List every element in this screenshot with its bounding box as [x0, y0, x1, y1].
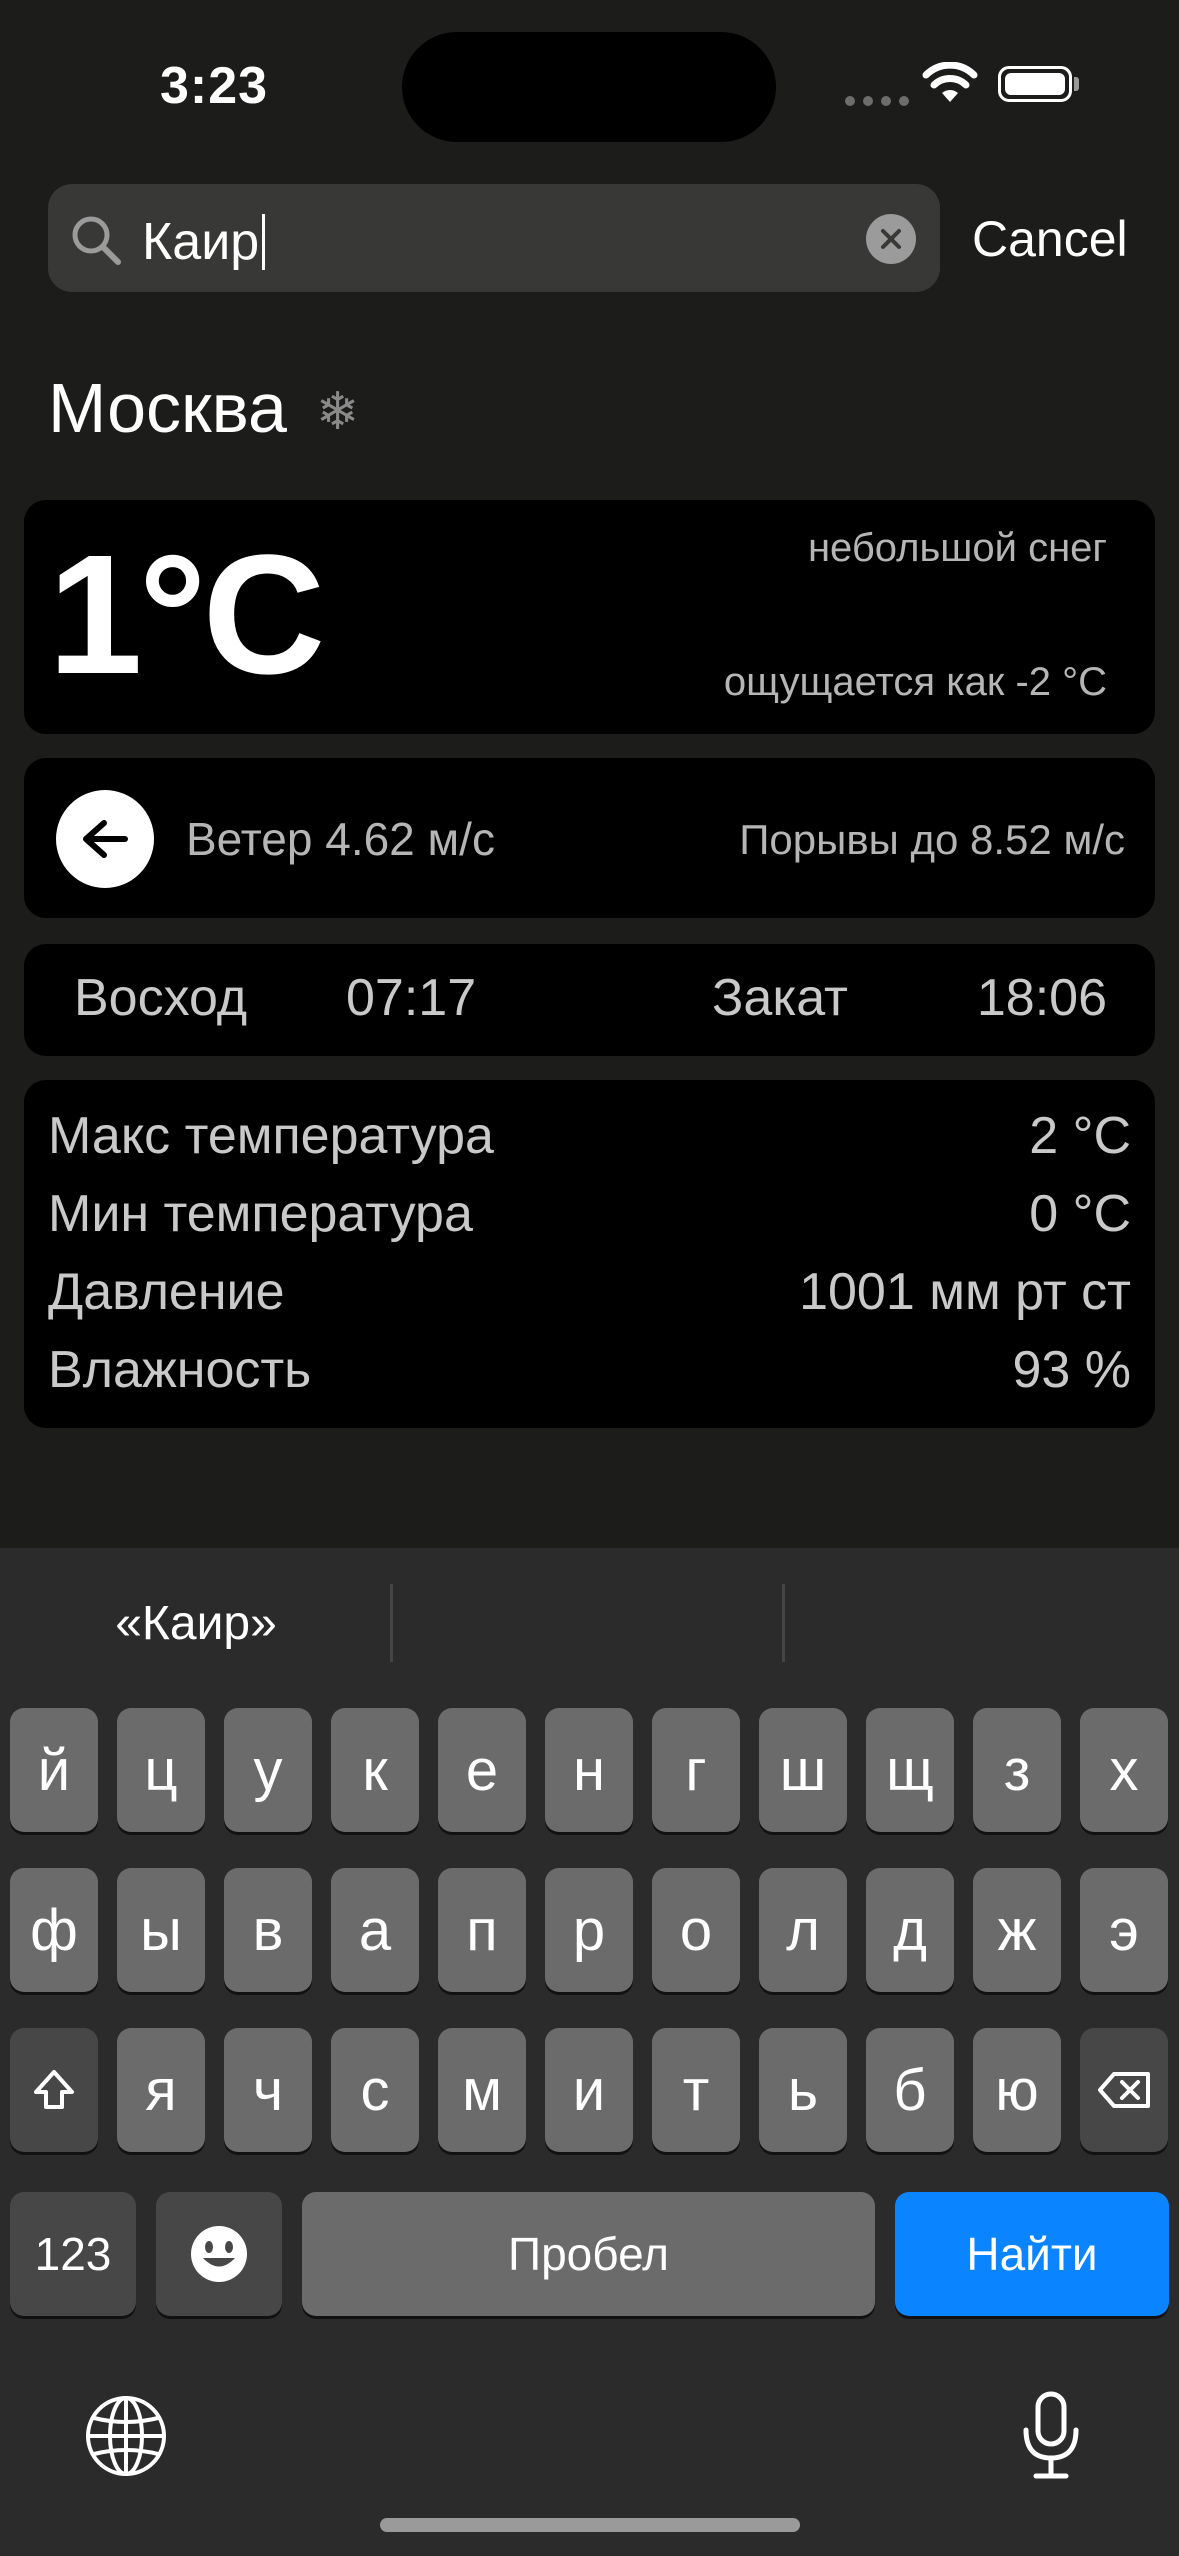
emoji-key[interactable] [156, 2192, 282, 2316]
max-temp-label: Макс температура [48, 1107, 494, 1165]
wind-speed: Ветер 4.62 м/с [186, 813, 495, 865]
key[interactable]: ш [759, 1708, 847, 1832]
key[interactable]: и [545, 2028, 633, 2152]
sunrise-time: 07:17 [346, 969, 477, 1027]
shift-key[interactable] [10, 2028, 98, 2152]
key[interactable]: м [438, 2028, 526, 2152]
key[interactable]: я [117, 2028, 205, 2152]
key[interactable]: л [759, 1868, 847, 1992]
key[interactable]: ы [117, 1868, 205, 1992]
city-title: Москва [48, 369, 287, 447]
key[interactable]: э [1080, 1868, 1168, 1992]
microphone-icon[interactable] [1020, 2390, 1082, 2482]
weather-description: небольшой снег [807, 526, 1107, 570]
search-icon [72, 216, 121, 265]
humidity-label: Влажность [48, 1341, 312, 1399]
shift-icon [34, 2070, 74, 2109]
key[interactable]: е [438, 1708, 526, 1832]
min-temp-label: Мин температура [48, 1185, 473, 1243]
key[interactable]: г [652, 1708, 740, 1832]
key[interactable]: з [973, 1708, 1061, 1832]
snowflake-icon: ❄ [316, 383, 360, 441]
key[interactable]: ж [973, 1868, 1061, 1992]
key[interactable]: т [652, 2028, 740, 2152]
humidity-value: 93 % [1012, 1341, 1131, 1399]
sunset-time: 18:06 [976, 969, 1107, 1027]
current-temperature: 1°C [48, 520, 325, 710]
text-caret [262, 214, 266, 270]
feels-like: ощущается как -2 °C [723, 660, 1107, 704]
arrow-left-icon [83, 820, 128, 858]
key[interactable]: й [10, 1708, 98, 1832]
search-input-value: Каир [142, 213, 260, 271]
cancel-button[interactable]: Cancel [972, 210, 1128, 268]
status-time: 3:23 [160, 57, 269, 115]
search-return-key[interactable]: Найти [895, 2192, 1169, 2316]
battery-icon [998, 66, 1072, 102]
key[interactable]: щ [866, 1708, 954, 1832]
home-indicator [380, 2518, 800, 2532]
key[interactable]: х [1080, 1708, 1168, 1832]
dynamic-island [402, 32, 776, 142]
max-temp-value: 2 °C [1029, 1107, 1131, 1165]
emoji-icon [191, 2226, 247, 2282]
key[interactable]: к [331, 1708, 419, 1832]
suggestion-item[interactable]: «Каир» [60, 1596, 332, 1651]
key[interactable]: р [545, 1868, 633, 1992]
key[interactable]: а [331, 1868, 419, 1992]
key[interactable]: ф [10, 1868, 98, 1992]
wind-direction-badge [56, 790, 154, 888]
clear-search-button[interactable] [866, 214, 916, 264]
space-key[interactable]: Пробел [302, 2192, 875, 2316]
key[interactable]: ц [117, 1708, 205, 1832]
suggestion-divider [782, 1584, 785, 1662]
sunrise-label: Восход [74, 969, 248, 1027]
suggestion-divider [390, 1584, 393, 1662]
min-temp-value: 0 °C [1029, 1185, 1131, 1243]
key[interactable]: ч [224, 2028, 312, 2152]
key[interactable]: п [438, 1868, 526, 1992]
wind-gusts: Порывы до 8.52 м/с [739, 816, 1125, 863]
close-icon [881, 229, 901, 249]
delete-key[interactable] [1080, 2028, 1168, 2152]
sunset-label: Закат [712, 969, 848, 1027]
key[interactable]: у [224, 1708, 312, 1832]
numbers-key[interactable]: 123 [10, 2192, 136, 2316]
delete-backspace-icon [1098, 2072, 1150, 2108]
key[interactable]: в [224, 1868, 312, 1992]
key[interactable]: ю [973, 2028, 1061, 2152]
cellular-signal-icon [845, 96, 909, 106]
key[interactable]: ь [759, 2028, 847, 2152]
globe-icon[interactable] [84, 2394, 168, 2478]
key[interactable]: н [545, 1708, 633, 1832]
pressure-value: 1001 мм рт ст [799, 1263, 1131, 1321]
key[interactable]: о [652, 1868, 740, 1992]
pressure-label: Давление [48, 1263, 285, 1321]
key[interactable]: с [331, 2028, 419, 2152]
search-input[interactable]: Каир [142, 212, 266, 272]
battery-tip [1074, 77, 1079, 91]
key[interactable]: б [866, 2028, 954, 2152]
key[interactable]: д [866, 1868, 954, 1992]
wifi-icon [922, 62, 978, 102]
